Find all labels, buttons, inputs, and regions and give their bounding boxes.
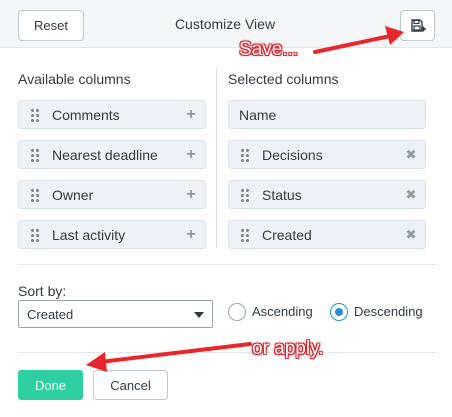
save-annotation: Save... [239,39,299,60]
column-divider [216,68,217,248]
available-column-item[interactable]: Comments + [18,100,206,129]
drag-handle-icon[interactable] [240,147,250,162]
footer-divider [18,352,436,353]
cancel-button[interactable]: Cancel [93,370,168,400]
sort-by-value: Created [27,306,74,322]
ascending-radio[interactable] [228,303,246,321]
drag-handle-icon[interactable] [240,227,250,242]
dialog-title: Customize View [174,16,276,32]
add-icon[interactable]: + [181,226,201,244]
available-column-item[interactable]: Owner + [18,180,206,209]
save-view-button[interactable] [400,10,435,41]
remove-icon[interactable]: ✖ [401,227,421,243]
selected-column-item: Name [228,100,426,129]
column-label: Created [262,226,312,243]
chevron-down-icon [194,312,204,318]
descending-radio[interactable] [330,303,348,321]
selected-column-item[interactable]: Status ✖ [228,180,426,209]
available-columns-title: Available columns [18,71,131,87]
apply-arrow [86,342,252,372]
selected-column-item[interactable]: Decisions ✖ [228,140,426,169]
available-column-item[interactable]: Nearest deadline + [18,140,206,169]
drag-handle-icon[interactable] [30,187,40,202]
column-label: Last activity [52,226,126,243]
section-divider [18,264,436,265]
add-icon[interactable]: + [181,106,201,124]
ascending-label[interactable]: Ascending [252,304,313,319]
drag-handle-icon[interactable] [30,107,40,122]
drag-handle-icon[interactable] [30,147,40,162]
sort-by-label: Sort by: [18,283,67,299]
available-column-item[interactable]: Last activity + [18,220,206,249]
selected-column-item[interactable]: Created ✖ [228,220,426,249]
done-button[interactable]: Done [18,370,83,400]
apply-annotation: or apply. [252,338,324,359]
column-label: Nearest deadline [52,146,158,163]
remove-icon[interactable]: ✖ [401,187,421,203]
add-icon[interactable]: + [181,146,201,164]
selected-columns-title: Selected columns [228,71,339,87]
descending-label[interactable]: Descending [354,304,423,319]
drag-handle-icon[interactable] [240,187,250,202]
column-label: Owner [52,186,94,203]
column-label: Decisions [262,146,323,163]
remove-icon[interactable]: ✖ [401,147,421,163]
drag-handle-icon[interactable] [30,227,40,242]
reset-button[interactable]: Reset [18,10,84,41]
add-icon[interactable]: + [181,186,201,204]
column-label: Status [262,186,302,203]
column-label: Name [239,106,277,123]
save-icon [410,18,426,32]
column-label: Comments [52,106,120,123]
sort-by-select[interactable]: Created [18,300,213,328]
